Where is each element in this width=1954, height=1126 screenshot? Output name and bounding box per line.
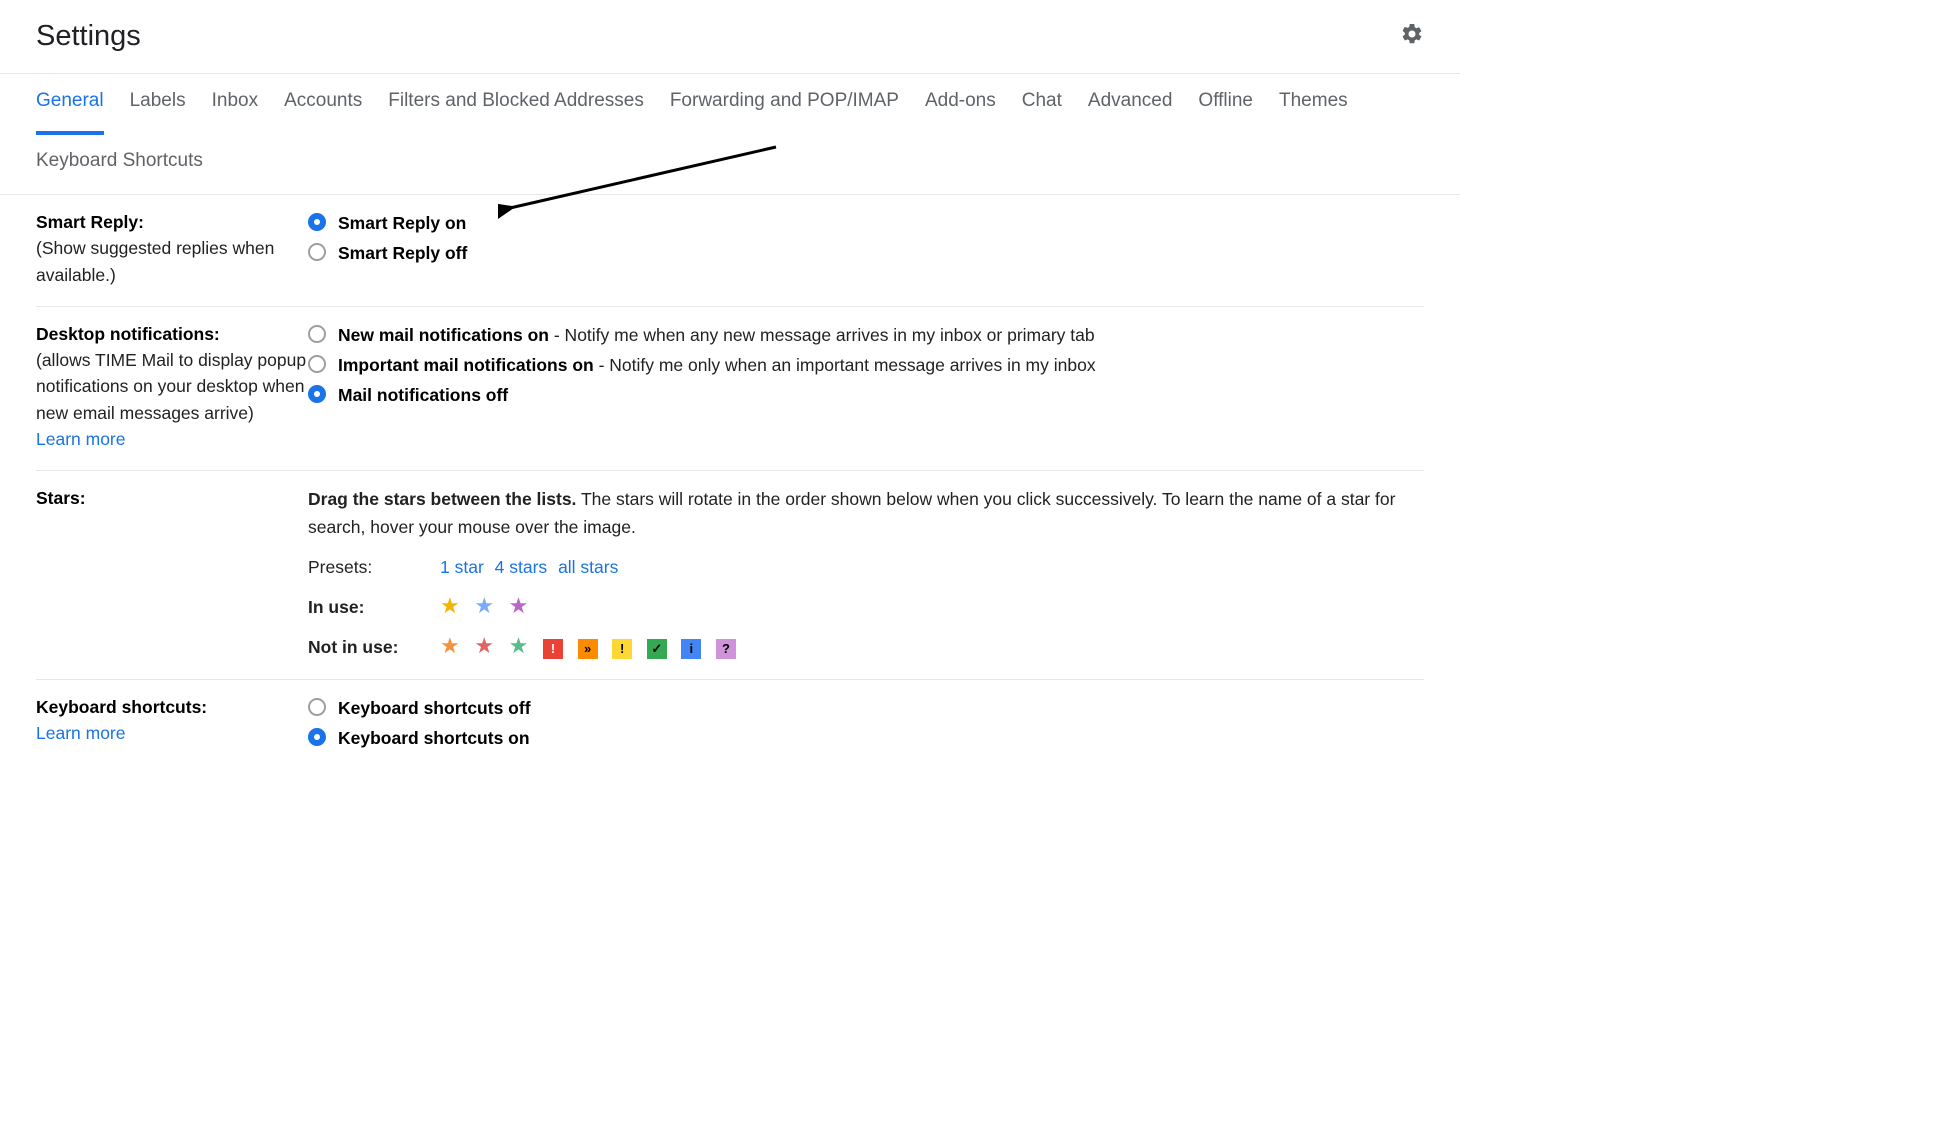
desktop-notif-label-1: Important mail notifications on	[338, 355, 594, 375]
purple-question-icon[interactable]: ?	[716, 639, 736, 659]
section-stars: Stars: Drag the stars between the lists.…	[36, 471, 1424, 680]
preset-1-star[interactable]: 1 star	[440, 557, 484, 577]
desktop-notif-title: Desktop notifications:	[36, 324, 220, 344]
tab-inbox[interactable]: Inbox	[212, 74, 258, 135]
smart-reply-radio-1[interactable]	[308, 243, 326, 261]
tab-keyboard[interactable]: Keyboard Shortcuts	[36, 134, 203, 195]
desktop-notif-option-1: Important mail notifications on - Notify…	[308, 351, 1424, 379]
stars-presets-row: Presets: 1 star 4 stars all stars	[308, 553, 1424, 581]
tab-general[interactable]: General	[36, 74, 104, 135]
smart-reply-label-0: Smart Reply on	[338, 209, 466, 237]
stars-title: Stars:	[36, 488, 86, 508]
page-title: Settings	[36, 20, 141, 53]
smart-reply-option-0: Smart Reply on	[308, 209, 1424, 237]
stars-in-use-row: In use: ★ ★ ★	[308, 593, 1424, 621]
desktop-notif-label-2: Mail notifications off	[338, 385, 508, 405]
stars-description: Drag the stars between the lists. The st…	[308, 485, 1424, 541]
red-bang-icon[interactable]: !	[543, 639, 563, 659]
stars-not-in-use-row: Not in use: ★ ★ ★ ! » ! ✓ i ?	[308, 633, 1424, 661]
keyboard-shortcut-label-0: Keyboard shortcuts off	[338, 694, 531, 722]
presets-label: Presets:	[308, 553, 428, 581]
gear-icon[interactable]	[1400, 22, 1424, 51]
settings-page: Settings General Labels Inbox Accounts Filte…	[0, 0, 1460, 772]
desktop-notif-radio-0[interactable]	[308, 325, 326, 343]
blue-star-icon[interactable]: ★	[474, 593, 494, 618]
desktop-notif-radio-1[interactable]	[308, 355, 326, 373]
blue-info-icon[interactable]: i	[681, 639, 701, 659]
yellow-star-icon[interactable]: ★	[440, 593, 460, 618]
settings-header: Settings	[0, 0, 1460, 74]
section-keyboard-shortcuts: Keyboard shortcuts: Learn more Keyboard …	[36, 680, 1424, 772]
desktop-notif-sublabel-1: - Notify me only when an important messa…	[594, 355, 1096, 375]
smart-reply-label-1: Smart Reply off	[338, 239, 467, 267]
desktop-notif-option-0: New mail notifications on - Notify me wh…	[308, 321, 1424, 349]
desktop-notif-learn-more-link[interactable]: Learn more	[36, 429, 126, 449]
preset-all-stars[interactable]: all stars	[558, 557, 618, 577]
keyboard-shortcut-option-1: Keyboard shortcuts on	[308, 724, 1424, 752]
desktop-notif-radio-2[interactable]	[308, 385, 326, 403]
desktop-notif-sublabel-0: - Notify me when any new message arrives…	[549, 325, 1095, 345]
keyboard-shortcuts-title: Keyboard shortcuts:	[36, 697, 207, 717]
desktop-notif-option-2: Mail notifications off	[308, 381, 1424, 409]
in-use-label: In use:	[308, 593, 428, 621]
not-in-use-label: Not in use:	[308, 633, 428, 661]
tab-addons[interactable]: Add-ons	[925, 74, 996, 135]
tab-labels[interactable]: Labels	[130, 74, 186, 135]
yellow-bang-icon[interactable]: !	[612, 639, 632, 659]
red-star-icon[interactable]: ★	[474, 633, 494, 658]
smart-reply-desc: (Show suggested replies when available.)	[36, 238, 274, 284]
tab-advanced[interactable]: Advanced	[1088, 74, 1173, 135]
orange-guillemet-icon[interactable]: »	[578, 639, 598, 659]
keyboard-shortcut-radio-0[interactable]	[308, 698, 326, 716]
orange-star-icon[interactable]: ★	[440, 633, 460, 658]
tab-filters[interactable]: Filters and Blocked Addresses	[388, 74, 644, 135]
green-check-icon[interactable]: ✓	[647, 639, 667, 659]
purple-star-icon[interactable]: ★	[509, 593, 529, 618]
tab-forwarding[interactable]: Forwarding and POP/IMAP	[670, 74, 899, 135]
smart-reply-radio-0[interactable]	[308, 213, 326, 231]
keyboard-shortcut-option-0: Keyboard shortcuts off	[308, 694, 1424, 722]
tab-accounts[interactable]: Accounts	[284, 74, 362, 135]
smart-reply-option-1: Smart Reply off	[308, 239, 1424, 267]
smart-reply-title: Smart Reply:	[36, 212, 144, 232]
preset-4-stars[interactable]: 4 stars	[495, 557, 548, 577]
green-star-icon[interactable]: ★	[509, 633, 529, 658]
settings-tabs: General Labels Inbox Accounts Filters and Bl…	[0, 74, 1460, 195]
tab-offline[interactable]: Offline	[1198, 74, 1253, 135]
settings-content: Smart Reply: (Show suggested replies whe…	[0, 195, 1460, 772]
keyboard-shortcut-radio-1[interactable]	[308, 728, 326, 746]
section-smart-reply: Smart Reply: (Show suggested replies whe…	[36, 195, 1424, 307]
section-desktop-notifications: Desktop notifications: (allows TIME Mail…	[36, 307, 1424, 471]
keyboard-shortcuts-learn-more-link[interactable]: Learn more	[36, 723, 126, 743]
keyboard-shortcut-label-1: Keyboard shortcuts on	[338, 724, 530, 752]
tab-chat[interactable]: Chat	[1022, 74, 1062, 135]
stars-desc-bold: Drag the stars between the lists.	[308, 489, 576, 509]
desktop-notif-label-0: New mail notifications on	[338, 325, 549, 345]
tab-themes[interactable]: Themes	[1279, 74, 1348, 135]
desktop-notif-desc: (allows TIME Mail to display popup notif…	[36, 350, 306, 423]
